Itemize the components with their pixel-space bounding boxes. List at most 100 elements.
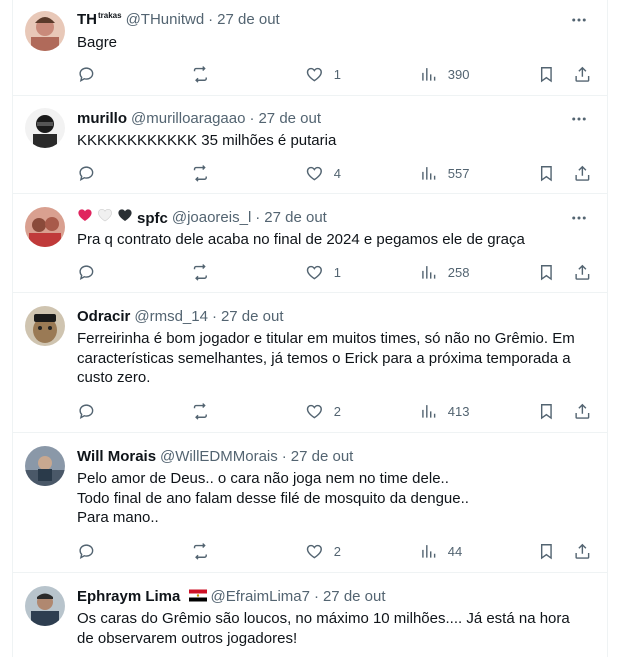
tweet[interactable]: Will Morais @WillEDMMorais · 27 de out P… xyxy=(13,433,607,573)
tweet[interactable]: murillo @murilloaragaao · 27 de out KKKK… xyxy=(13,96,607,194)
tweet[interactable]: Ephraym Lima @EfraimLima7 · 27 de out Os… xyxy=(13,573,607,657)
share-icon xyxy=(575,66,590,82)
bookmark-button[interactable] xyxy=(537,541,556,561)
avatar[interactable] xyxy=(25,108,65,148)
view-count: 258 xyxy=(447,264,470,280)
views-button[interactable]: 557 xyxy=(419,163,469,183)
tweet-header: spfc @joaoreis_l · 27 de out xyxy=(77,207,327,227)
more-options-icon[interactable] xyxy=(569,109,589,129)
more-options-icon[interactable] xyxy=(569,10,589,30)
user-handle[interactable]: @THunitwd xyxy=(126,11,205,28)
like-button[interactable]: 4 xyxy=(305,163,341,183)
display-name[interactable]: Odracir xyxy=(77,308,130,325)
tweet-feed: THtrakas @THunitwd · 27 de out Bagre 1 3… xyxy=(12,0,608,657)
share-button[interactable] xyxy=(573,64,592,84)
more-options-icon[interactable] xyxy=(569,208,589,228)
tweet-actions: 1 258 xyxy=(77,262,595,282)
timestamp[interactable]: 27 de out xyxy=(291,448,354,465)
tweet-line: Pelo amor de Deus.. o cara não joga nem … xyxy=(77,470,449,487)
display-name[interactable]: Ephraym Lima xyxy=(77,588,207,605)
heart-icon xyxy=(306,544,322,559)
like-button[interactable]: 2 xyxy=(305,541,341,561)
user-handle[interactable]: @WillEDMMorais xyxy=(160,448,278,465)
user-handle[interactable]: @EfraimLima7 xyxy=(211,588,310,605)
like-button[interactable]: 1 xyxy=(305,262,341,282)
tweet[interactable]: THtrakas @THunitwd · 27 de out Bagre 1 3… xyxy=(13,0,607,96)
display-name[interactable]: murillo xyxy=(77,110,127,127)
views-button[interactable]: 390 xyxy=(419,64,469,84)
tweet-line: Todo final de ano falam desse filé de mo… xyxy=(77,489,469,507)
like-count: 1 xyxy=(333,264,341,280)
avatar[interactable] xyxy=(25,586,65,626)
tweet-header: Will Morais @WillEDMMorais · 27 de out xyxy=(77,446,353,466)
view-count: 44 xyxy=(447,543,463,559)
display-name[interactable]: THtrakas xyxy=(77,11,122,28)
tweet-text: KKKKKKKKKKKK 35 milhões é putaria xyxy=(77,131,592,151)
display-name[interactable]: Will Morais xyxy=(77,448,156,465)
tweet-header: Odracir @rmsd_14 · 27 de out xyxy=(77,306,284,326)
retweet-icon xyxy=(193,164,207,182)
views-button[interactable]: 44 xyxy=(419,541,462,561)
reply-button[interactable] xyxy=(77,541,96,561)
avatar[interactable] xyxy=(25,207,65,247)
reply-icon xyxy=(79,67,94,82)
reply-button[interactable] xyxy=(77,401,96,421)
name-superscript: trakas xyxy=(98,10,122,20)
reply-button[interactable] xyxy=(77,163,96,183)
bookmark-button[interactable] xyxy=(537,64,556,84)
like-button[interactable]: 2 xyxy=(305,401,341,421)
heart-icon xyxy=(306,265,322,280)
retweet-button[interactable] xyxy=(191,541,210,561)
retweet-button[interactable] xyxy=(191,64,210,84)
retweet-button[interactable] xyxy=(191,262,210,282)
timestamp[interactable]: 27 de out xyxy=(258,110,321,127)
bookmark-button[interactable] xyxy=(537,401,556,421)
avatar[interactable] xyxy=(25,446,65,486)
share-button[interactable] xyxy=(573,541,592,561)
share-icon xyxy=(575,165,590,181)
bookmark-button[interactable] xyxy=(537,163,556,183)
bookmark-button[interactable] xyxy=(537,262,556,282)
separator-dot: · xyxy=(249,109,255,127)
timestamp[interactable]: 27 de out xyxy=(264,209,327,226)
user-handle[interactable]: @murilloaragaao xyxy=(131,110,245,127)
separator-dot: · xyxy=(313,587,319,605)
tweet[interactable]: spfc @joaoreis_l · 27 de out Pra q contr… xyxy=(13,194,607,293)
share-button[interactable] xyxy=(573,262,592,282)
user-handle[interactable]: @rmsd_14 xyxy=(134,308,208,325)
avatar[interactable] xyxy=(25,306,65,346)
timestamp[interactable]: 27 de out xyxy=(221,308,284,325)
timestamp[interactable]: 27 de out xyxy=(323,588,386,605)
separator-dot: · xyxy=(211,307,217,325)
retweet-button[interactable] xyxy=(191,401,210,421)
share-icon xyxy=(575,264,590,280)
black-heart-icon xyxy=(118,209,132,221)
avatar[interactable] xyxy=(25,11,65,51)
tweet-text: Bagre xyxy=(77,33,592,53)
like-button[interactable]: 1 xyxy=(305,64,341,84)
views-icon xyxy=(422,544,436,558)
reply-icon xyxy=(79,265,94,280)
share-button[interactable] xyxy=(573,163,592,183)
user-handle[interactable]: @joaoreis_l xyxy=(172,209,251,226)
reply-button[interactable] xyxy=(77,64,96,84)
bookmark-icon xyxy=(540,66,552,83)
tweet[interactable]: Odracir @rmsd_14 · 27 de out Ferreirinha… xyxy=(13,293,607,433)
like-count: 2 xyxy=(333,543,341,559)
view-count: 390 xyxy=(447,66,470,82)
views-button[interactable]: 413 xyxy=(419,401,469,421)
egypt-flag-icon xyxy=(188,589,207,601)
retweet-icon xyxy=(193,542,207,560)
reply-button[interactable] xyxy=(77,262,96,282)
timestamp[interactable]: 27 de out xyxy=(217,11,280,28)
tweet-line: Pra q contrato dele acaba no final de 20… xyxy=(77,231,525,248)
tweet-header: Ephraym Lima @EfraimLima7 · 27 de out xyxy=(77,586,386,606)
tweet-text: Pelo amor de Deus.. o cara não joga nem … xyxy=(77,469,592,528)
views-button[interactable]: 258 xyxy=(419,262,469,282)
like-count: 1 xyxy=(333,66,341,82)
display-name[interactable]: spfc xyxy=(77,207,168,227)
heart-icon xyxy=(306,404,322,419)
tweet-line: Os caras do Grêmio são loucos, no máximo… xyxy=(77,610,570,627)
retweet-button[interactable] xyxy=(191,163,210,183)
share-button[interactable] xyxy=(573,401,592,421)
